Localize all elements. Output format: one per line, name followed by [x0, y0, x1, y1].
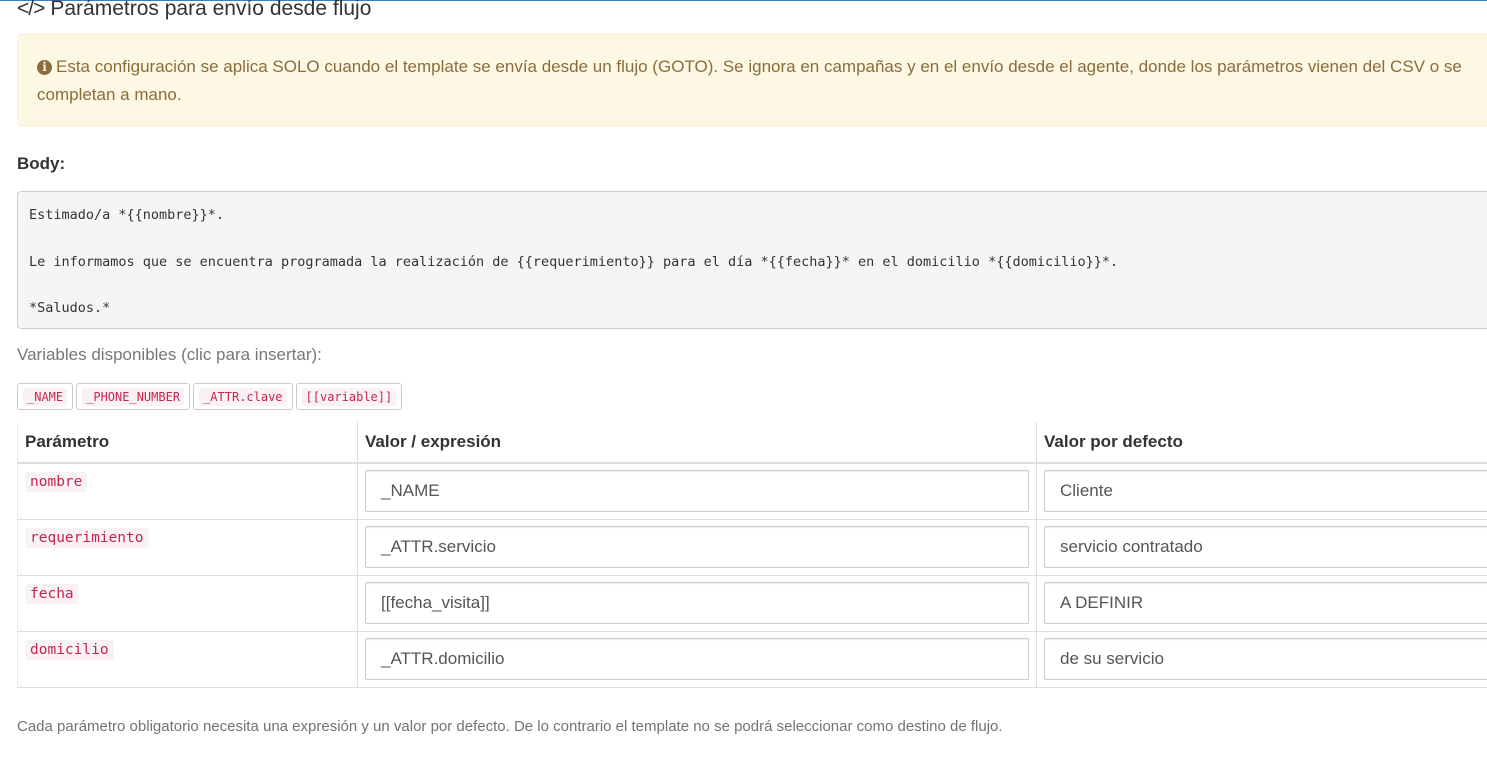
value-cell	[357, 518, 1037, 576]
section-title-text: Parámetros para envío desde flujo	[50, 0, 372, 20]
param-name: domicilio	[25, 639, 114, 660]
table-row: requerimiento	[17, 518, 1487, 576]
parameters-table: Parámetro Valor / expresión Valor por de…	[17, 422, 1487, 688]
info-circle-icon: i	[37, 60, 52, 75]
default-value-input[interactable]	[1044, 470, 1487, 512]
variable-chip-attr[interactable]: _ATTR.clave	[193, 383, 293, 410]
param-name: requerimiento	[25, 527, 149, 548]
value-cell	[357, 574, 1037, 632]
code-icon: </>	[17, 0, 45, 20]
column-header-default: Valor por defecto	[1036, 422, 1487, 464]
default-cell	[1036, 518, 1487, 576]
param-cell: domicilio	[17, 630, 358, 688]
body-label: Body:	[17, 154, 66, 173]
variable-chip-name[interactable]: _NAME	[17, 383, 74, 410]
default-cell	[1036, 630, 1487, 688]
info-alert-text: Esta configuración se aplica SOLO cuando…	[37, 57, 1462, 104]
value-expression-input[interactable]	[365, 581, 1029, 624]
table-row: domicilio	[17, 630, 1487, 688]
value-expression-input[interactable]	[365, 525, 1029, 568]
param-cell: fecha	[17, 574, 358, 632]
value-expression-input[interactable]	[365, 637, 1029, 680]
param-name: nombre	[25, 472, 88, 492]
variables-label: Variables disponibles (clic para inserta…	[17, 345, 322, 364]
param-cell: requerimiento	[17, 518, 358, 576]
help-text: Cada parámetro obligatorio necesita una …	[17, 718, 1003, 735]
variable-chips: _NAME _PHONE_NUMBER _ATTR.clave [[variable]…	[17, 383, 405, 410]
column-header-param: Parámetro	[17, 422, 358, 464]
value-cell	[357, 630, 1037, 688]
default-value-input[interactable]	[1044, 525, 1487, 568]
value-cell	[357, 462, 1037, 520]
column-header-value: Valor / expresión	[357, 422, 1037, 464]
table-row: nombre	[17, 462, 1487, 520]
body-preview: Estimado/a *{{nombre}}*. Le informamos q…	[17, 191, 1487, 329]
param-cell: nombre	[17, 462, 358, 520]
value-expression-input[interactable]	[365, 470, 1029, 512]
default-cell	[1036, 462, 1487, 520]
variable-chip-variable[interactable]: [[variable]]	[295, 383, 403, 410]
default-value-input[interactable]	[1044, 637, 1487, 680]
default-value-input[interactable]	[1044, 581, 1487, 624]
variable-chip-phone-number[interactable]: _PHONE_NUMBER	[76, 383, 191, 410]
table-row: fecha	[17, 574, 1487, 632]
param-name: fecha	[25, 583, 79, 604]
default-cell	[1036, 574, 1487, 632]
info-alert: i Esta configuración se aplica SOLO cuand…	[17, 34, 1487, 126]
section-title: </> Parámetros para envío desde flujo	[17, 0, 371, 21]
table-header-row: Parámetro Valor / expresión Valor por de…	[17, 422, 1487, 464]
page: </> Parámetros para envío desde flujo i Es…	[0, 0, 1487, 759]
